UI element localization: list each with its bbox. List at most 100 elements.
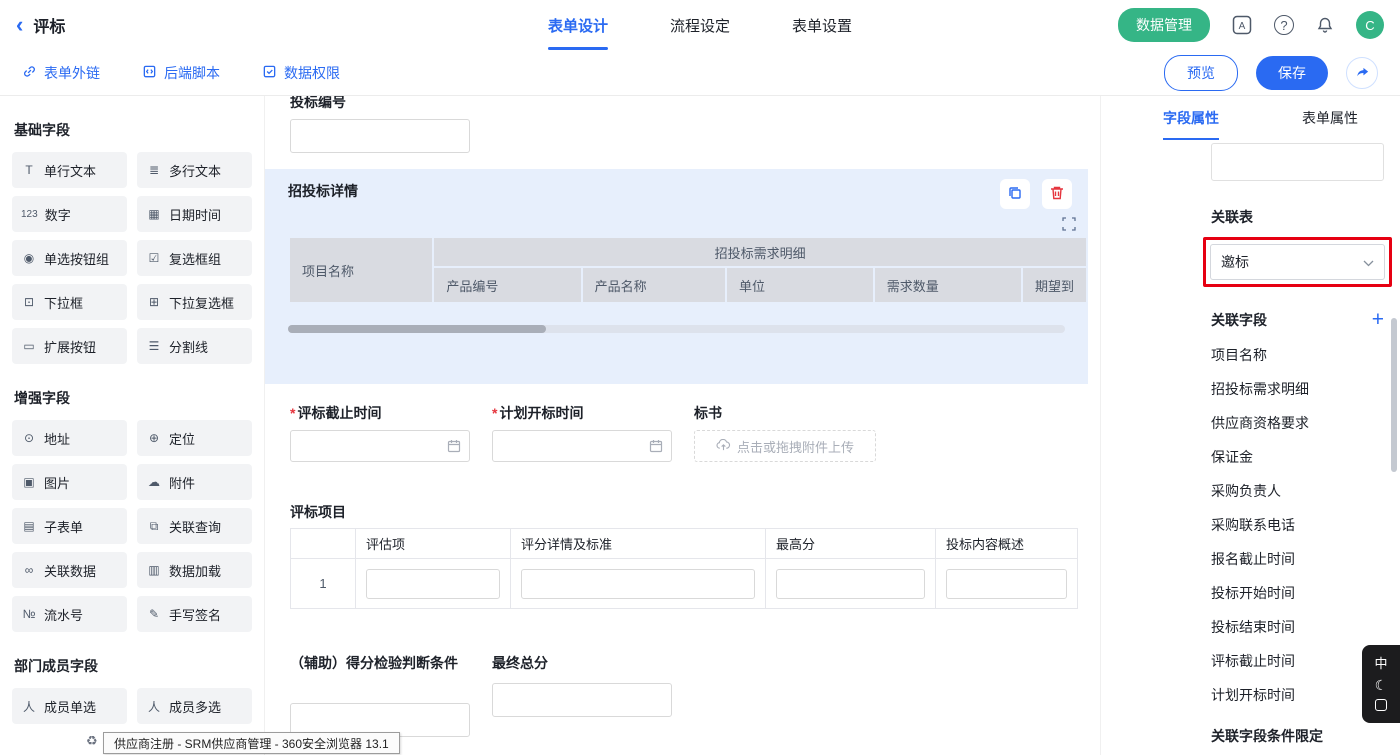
page-title: 评标 [33, 13, 65, 37]
field-item-multi-line-text[interactable]: ≣多行文本 [137, 152, 252, 188]
field-item-extend-button[interactable]: ▭扩展按钮 [12, 328, 127, 364]
form-external-link[interactable]: 表单外链 [22, 63, 100, 83]
cloud-icon: ☁ [146, 475, 162, 489]
relation-field-item[interactable]: 报名截止时间 [1211, 542, 1384, 576]
field-item-member-multi[interactable]: 人成员多选 [137, 688, 252, 724]
score-item-input[interactable] [366, 569, 500, 599]
field-item-member-single[interactable]: 人成员单选 [12, 688, 127, 724]
field-item-dropdown[interactable]: ⊡下拉框 [12, 284, 127, 320]
field-item-subform[interactable]: ▤子表单 [12, 508, 127, 544]
preview-button[interactable]: 预览 [1164, 55, 1238, 91]
translate-toggle-icon[interactable]: 中 [1374, 657, 1387, 670]
field-item-multi-dropdown[interactable]: ⊞下拉复选框 [137, 284, 252, 320]
relation-table-label: 关联表 [1211, 207, 1384, 227]
field-item-radio-group[interactable]: ◉单选按钮组 [12, 240, 127, 276]
relation-field-list: 项目名称 招投标需求明细 供应商资格要求 保证金 采购负责人 采购联系电话 报名… [1211, 338, 1384, 712]
field-item-location[interactable]: ⊕定位 [137, 420, 252, 456]
final-score-label: 最终总分 [492, 653, 672, 673]
expand-icon[interactable] [1062, 217, 1076, 234]
help-icon[interactable]: ? [1274, 15, 1294, 35]
final-score-input[interactable] [492, 683, 672, 717]
add-relation-field-icon[interactable]: + [1372, 309, 1384, 330]
tab-field-properties[interactable]: 字段属性 [1163, 96, 1219, 140]
eval-deadline-input[interactable] [290, 430, 470, 462]
relation-field-item[interactable]: 投标开始时间 [1211, 576, 1384, 610]
save-button[interactable]: 保存 [1256, 56, 1328, 90]
score-col-max: 最高分 [766, 529, 936, 559]
cloud-upload-icon [716, 439, 731, 454]
field-item-divider[interactable]: ☰分割线 [137, 328, 252, 364]
copy-button[interactable] [1000, 179, 1030, 209]
upload-button[interactable]: 点击或拖拽附件上传 [694, 430, 876, 462]
score-summary-input[interactable] [946, 569, 1067, 599]
locate-icon: ⊕ [146, 431, 162, 445]
dropdown-icon: ⊡ [21, 295, 37, 309]
bell-icon[interactable] [1316, 16, 1334, 34]
chevron-down-icon [1363, 254, 1374, 270]
plan-open-input[interactable] [492, 430, 672, 462]
bid-number-label: 投标编号 [290, 96, 1100, 112]
delete-button[interactable] [1042, 179, 1072, 209]
data-manage-button[interactable]: 数据管理 [1118, 8, 1210, 42]
night-mode-icon[interactable]: ☾ [1375, 678, 1388, 692]
relation-field-item[interactable]: 供应商资格要求 [1211, 406, 1384, 440]
field-item-data-load[interactable]: ▥数据加载 [137, 552, 252, 588]
browser-float-widget: 中 ☾ [1362, 645, 1400, 723]
form-canvas[interactable]: 投标编号 招投标详情 项目名称 招投标需求明细 [265, 96, 1100, 755]
relation-field-item[interactable]: 采购负责人 [1211, 474, 1384, 508]
vertical-scrollbar-thumb[interactable] [1391, 318, 1397, 472]
field-item-signature[interactable]: ✎手写签名 [137, 596, 252, 632]
relation-field-item[interactable]: 保证金 [1211, 440, 1384, 474]
detail-section-title: 招投标详情 [288, 181, 1088, 201]
field-item-address[interactable]: ⊙地址 [12, 420, 127, 456]
relation-field-item[interactable]: 招投标需求明细 [1211, 372, 1384, 406]
address-pin-icon: ⊙ [21, 431, 37, 445]
translate-icon[interactable]: A [1232, 15, 1252, 35]
detail-col-expect: 期望到 [1022, 267, 1087, 303]
field-item-checkbox-group[interactable]: ☑复选框组 [137, 240, 252, 276]
app-header: ‹ 评标 表单设计 流程设定 表单设置 数据管理 A ? C [0, 0, 1400, 50]
field-item-datetime[interactable]: ▦日期时间 [137, 196, 252, 232]
relation-field-item[interactable]: 采购联系电话 [1211, 508, 1384, 542]
score-cell-max [766, 559, 936, 609]
number-icon: 123 [21, 209, 38, 220]
detail-col-unit: 单位 [726, 267, 874, 303]
field-item-serial-number[interactable]: №流水号 [12, 596, 127, 632]
bid-number-input[interactable] [290, 119, 470, 153]
relation-table-select[interactable]: 邀标 [1210, 244, 1385, 280]
relation-field-item[interactable]: 项目名称 [1211, 338, 1384, 372]
relation-field-item[interactable]: 评标截止时间 [1211, 644, 1384, 678]
field-item-number[interactable]: 123数字 [12, 196, 127, 232]
horizontal-scrollbar-track[interactable] [288, 325, 1065, 333]
group-title-enhanced: 增强字段 [14, 388, 250, 408]
back-icon[interactable]: ‹ [16, 14, 23, 36]
horizontal-scrollbar-thumb[interactable] [288, 325, 546, 333]
share-button[interactable] [1346, 57, 1378, 89]
svg-text:A: A [1239, 21, 1246, 32]
panel-top-input[interactable] [1211, 143, 1384, 181]
score-table-title: 评标项目 [290, 502, 1100, 522]
score-max-input[interactable] [776, 569, 925, 599]
relation-field-item[interactable]: 计划开标时间 [1211, 678, 1384, 712]
tab-form-design[interactable]: 表单设计 [548, 0, 608, 50]
field-item-attachment[interactable]: ☁附件 [137, 464, 252, 500]
field-item-relation-data[interactable]: ∞关联数据 [12, 552, 127, 588]
relation-field-item[interactable]: 投标结束时间 [1211, 610, 1384, 644]
condition-limit-label: 关联字段条件限定 [1211, 726, 1384, 746]
field-item-single-line-text[interactable]: T单行文本 [12, 152, 127, 188]
avatar[interactable]: C [1356, 11, 1384, 39]
detail-col-project: 项目名称 [289, 237, 433, 303]
tab-flow-setting[interactable]: 流程设定 [670, 0, 730, 50]
calendar-icon [447, 439, 461, 456]
hidden-sidebar-item-icon: ♻ [86, 733, 98, 749]
field-item-relation-query[interactable]: ⧉关联查询 [137, 508, 252, 544]
tab-form-properties[interactable]: 表单属性 [1302, 96, 1358, 140]
widget-box-icon[interactable] [1375, 699, 1387, 711]
score-detail-input[interactable] [521, 569, 755, 599]
tab-form-setting[interactable]: 表单设置 [792, 0, 852, 50]
data-permission-link[interactable]: 数据权限 [262, 63, 340, 83]
field-item-image[interactable]: ▣图片 [12, 464, 127, 500]
pen-icon: ✎ [146, 607, 162, 621]
backend-script-link[interactable]: 后端脚本 [142, 63, 220, 83]
detail-subform-section[interactable]: 招投标详情 项目名称 招投标需求明细 产品编号 [265, 169, 1088, 384]
